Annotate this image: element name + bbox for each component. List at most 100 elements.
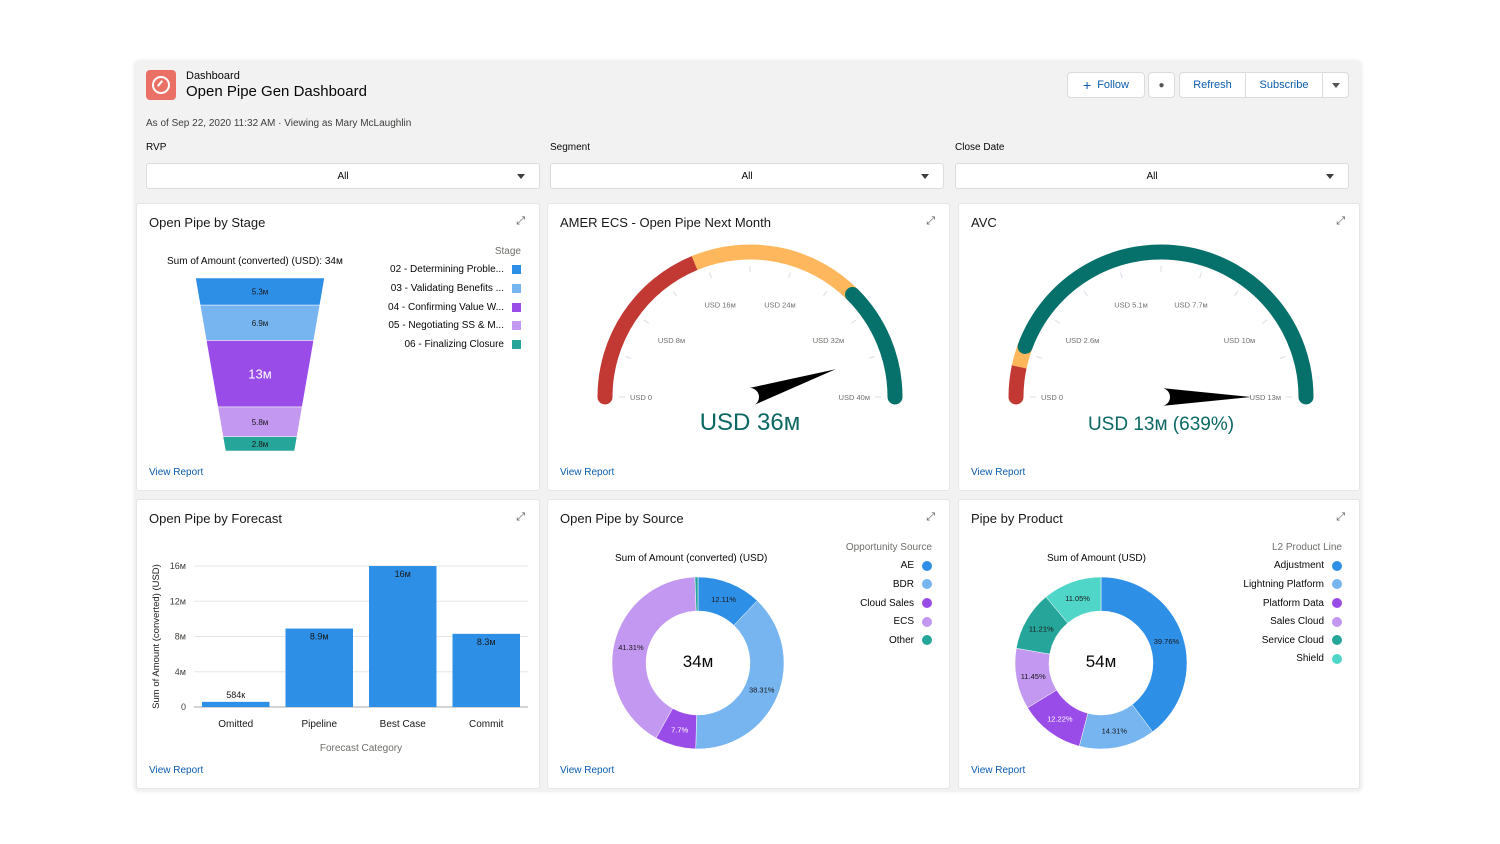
expand-icon[interactable]: ⤢: [516, 511, 525, 524]
gauge-band: [1017, 244, 1314, 405]
dashboard-gauge-icon: [146, 70, 176, 100]
filter-close-date-select[interactable]: All: [955, 163, 1349, 189]
legend-swatch: [1332, 579, 1342, 590]
funnel-label: 2.8м: [252, 440, 269, 449]
refresh-button[interactable]: Refresh: [1179, 72, 1246, 98]
page-title: Open Pipe Gen Dashboard: [186, 83, 367, 100]
gauge-tick-label: USD 0: [1041, 393, 1063, 402]
chart-subtitle: Sum of Amount (converted) (USD): [615, 553, 768, 564]
gauge-band: [597, 255, 703, 405]
legend-item[interactable]: Platform Data: [1243, 594, 1342, 613]
legend-swatch: [922, 560, 932, 571]
filter-segment-select[interactable]: All: [550, 163, 944, 189]
legend-label: Other: [888, 634, 914, 646]
card-title: AVC: [971, 215, 997, 230]
legend-swatch: [1332, 616, 1342, 627]
gauge-tick: [1261, 319, 1268, 324]
gauge-needle: [1161, 388, 1251, 406]
bar-label: 8.3м: [477, 637, 496, 647]
as-of-text: As of Sep 22, 2020 11:32 AM · Viewing as…: [146, 118, 412, 129]
legend-item[interactable]: Sales Cloud: [1243, 612, 1342, 631]
chevron-down-icon: [921, 174, 929, 179]
funnel-label: 5.3м: [252, 288, 269, 297]
legend-swatch: [922, 598, 932, 609]
expand-icon[interactable]: ⤢: [516, 215, 525, 228]
view-report-link[interactable]: View Report: [149, 765, 203, 776]
donut-slice-label: 39.76%: [1154, 637, 1180, 646]
donut-slice-label: 38.31%: [749, 685, 775, 694]
view-report-link[interactable]: View Report: [560, 467, 614, 478]
legend-item[interactable]: 05 - Negotiating SS & M...: [388, 316, 521, 335]
gauge-value: USD 36м: [700, 409, 801, 436]
y-tick-label: 12м: [170, 596, 186, 606]
legend-item[interactable]: Lightning Platform: [1243, 575, 1342, 594]
legend-item[interactable]: ECS: [846, 612, 932, 631]
y-tick-label: 8м: [175, 632, 186, 642]
view-report-link[interactable]: View Report: [971, 467, 1025, 478]
gauge-tick: [1279, 356, 1286, 359]
y-axis-title-line: Sum of Amount (converted) (USD): [151, 564, 162, 709]
gauge-chart: USD 0 USD 2.6м USD 5.1м USD 7.7м USD 10м USD …: [1008, 244, 1314, 435]
legend-title: Stage: [494, 245, 521, 257]
legend-item[interactable]: 04 - Confirming Value W...: [388, 298, 521, 317]
gauge-tick-label: USD 13м: [1250, 393, 1281, 402]
view-report-link[interactable]: View Report: [560, 765, 614, 776]
expand-icon[interactable]: ⤢: [926, 511, 935, 524]
card-amer-ecs-open-pipe: USD 0 USD 8м USD 16м USD 24м USD 32м USD 40м U…: [547, 203, 950, 491]
filter-rvp-select[interactable]: All: [146, 163, 540, 189]
subscribe-button[interactable]: Subscribe: [1245, 72, 1323, 98]
breadcrumb[interactable]: Dashboard: [186, 70, 240, 82]
chevron-down-icon: [1326, 174, 1334, 179]
legend-item[interactable]: 02 - Determining Proble...: [388, 261, 521, 280]
legend-item[interactable]: Adjustment: [1243, 557, 1342, 576]
gauge-tick-label: USD 24м: [764, 301, 795, 310]
expand-icon[interactable]: ⤢: [1336, 215, 1345, 228]
legend: Opportunity Source AE BDR Cloud Sales ECS Oth…: [846, 538, 932, 650]
legend-label: ECS: [893, 616, 914, 628]
chat-bubbles-icon: ●: [1158, 79, 1165, 91]
gauge-tick: [672, 290, 677, 297]
bar-label: 584к: [226, 690, 245, 700]
collaborate-button[interactable]: ●: [1148, 72, 1175, 98]
legend-swatch: [1332, 635, 1342, 646]
gauge-band: [1008, 359, 1027, 405]
gauge-tick: [643, 319, 650, 324]
funnel-label: 5.8м: [252, 418, 269, 427]
filter-label-close-date: Close Date: [955, 142, 1005, 153]
gauge-tick: [850, 319, 857, 324]
expand-icon[interactable]: ⤢: [1336, 511, 1345, 524]
legend-label: 02 - Determining Proble...: [390, 264, 504, 276]
view-report-link[interactable]: View Report: [149, 467, 203, 478]
expand-icon[interactable]: ⤢: [926, 215, 935, 228]
legend-swatch: [1332, 598, 1342, 609]
legend-label: Adjustment: [1273, 560, 1324, 572]
legend-label: Cloud Sales: [860, 597, 914, 609]
gauge-tick: [1234, 290, 1239, 297]
legend-item[interactable]: 06 - Finalizing Closure: [388, 335, 521, 354]
follow-button[interactable]: + Follow: [1067, 72, 1145, 98]
more-actions-button[interactable]: [1322, 72, 1349, 98]
y-tick-label: 4м: [175, 667, 186, 677]
funnel-label: 13м: [248, 367, 271, 382]
x-tick-label: Omitted: [218, 719, 253, 730]
legend-item[interactable]: Service Cloud: [1243, 631, 1342, 650]
gauge-tick-label: USD 8м: [658, 336, 685, 345]
card-avc: USD 0 USD 2.6м USD 5.1м USD 7.7м USD 10м USD …: [958, 203, 1360, 491]
gauge-tick-label: USD 32м: [813, 336, 844, 345]
gauge-tick: [709, 272, 712, 279]
legend-item[interactable]: BDR: [846, 575, 932, 594]
card-pipe-by-product: 39.76% 14.31% 12.22% 11.45% 11.21% 11.05% Pip…: [958, 499, 1360, 789]
view-report-link[interactable]: View Report: [971, 765, 1025, 776]
legend-item[interactable]: Shield: [1243, 650, 1342, 669]
legend-item[interactable]: Other: [846, 631, 932, 650]
gauge-tick: [1036, 356, 1043, 359]
gauge-needle: [747, 369, 836, 406]
card-title: Pipe by Product: [971, 511, 1063, 526]
legend-item[interactable]: AE: [846, 557, 932, 576]
donut-slice-label: 12.22%: [1047, 714, 1073, 723]
legend-label: 03 - Validating Benefits ...: [390, 282, 504, 294]
legend-label: 05 - Negotiating SS & M...: [388, 320, 504, 332]
card-open-pipe-by-forecast: 0 4м 8м 12м 16м 584к Omitted 8.9м Pipeline 16м Bes…: [136, 499, 540, 789]
legend-item[interactable]: 03 - Validating Benefits ...: [388, 279, 521, 298]
legend-item[interactable]: Cloud Sales: [846, 594, 932, 613]
